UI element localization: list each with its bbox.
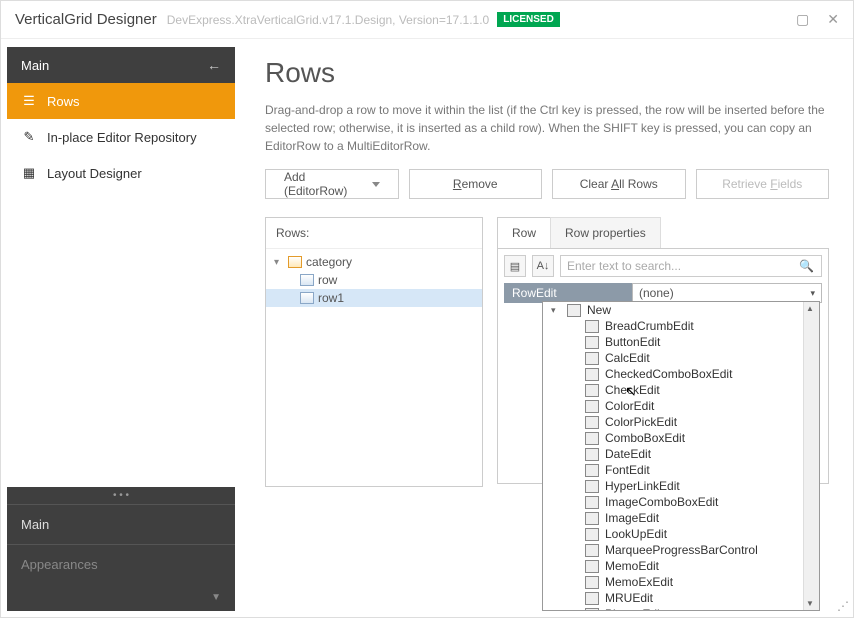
rows-icon: ☰ — [21, 93, 37, 109]
property-rowedit[interactable]: RowEdit (none) ▾ — [504, 283, 822, 303]
categorize-button[interactable]: ▤ — [504, 255, 526, 277]
tab-row[interactable]: Row — [497, 217, 551, 248]
sidebar-item-layout-designer[interactable]: ▦ Layout Designer — [7, 155, 235, 191]
dropdown-item-memoedit[interactable]: MemoEdit — [543, 558, 803, 574]
editor-type-icon — [585, 560, 599, 573]
editor-type-icon — [585, 448, 599, 461]
editor-type-icon — [585, 432, 599, 445]
rows-tree[interactable]: ▾ category row row1 — [266, 249, 482, 311]
sidebar-item-inplace-editor[interactable]: ✎ In-place Editor Repository — [7, 119, 235, 155]
layout-icon: ▦ — [21, 165, 37, 181]
sidebar-item-rows[interactable]: ☰ Rows — [7, 83, 235, 119]
license-badge: LICENSED — [497, 12, 560, 27]
property-value-dropdown[interactable]: (none) ▾ — [632, 283, 822, 303]
editor-type-icon — [585, 336, 599, 349]
editor-icon: ✎ — [21, 129, 37, 145]
back-arrow-icon[interactable]: ← — [207, 57, 221, 73]
dropdown-item-fontedit[interactable]: FontEdit — [543, 462, 803, 478]
editor-type-icon — [585, 592, 599, 605]
app-subtitle: DevExpress.XtraVerticalGrid.v17.1.Design… — [167, 13, 490, 27]
page-description: Drag-and-drop a row to move it within th… — [265, 101, 829, 155]
tree-row-row1[interactable]: row1 — [266, 289, 482, 307]
chevron-down-icon[interactable]: ▾ — [810, 288, 815, 299]
dropdown-item-checkedit[interactable]: CheckEdit — [543, 382, 803, 398]
dropdown-group-new[interactable]: ▾New — [543, 302, 803, 318]
editor-type-icon — [585, 496, 599, 509]
dropdown-item-imagecomboboxedit[interactable]: ImageComboBoxEdit — [543, 494, 803, 510]
titlebar: VerticalGrid Designer DevExpress.XtraVer… — [1, 1, 853, 39]
resize-grip-icon[interactable]: ⋰ — [837, 599, 849, 613]
remove-button[interactable]: Remove — [409, 169, 543, 199]
clear-all-button[interactable]: Clear All Rows — [552, 169, 686, 199]
dropdown-item-buttonedit[interactable]: ButtonEdit — [543, 334, 803, 350]
tree-row-category[interactable]: ▾ category — [266, 253, 482, 271]
row-icon — [300, 292, 314, 304]
editor-type-icon — [585, 464, 599, 477]
editor-type-icon — [585, 512, 599, 525]
rows-title: Rows: — [266, 218, 482, 249]
dropdown-scrollbar[interactable] — [803, 302, 819, 610]
sort-button[interactable]: A↓ — [532, 255, 554, 277]
collapse-icon[interactable]: ▾ — [274, 257, 284, 268]
dropdown-item-dateedit[interactable]: DateEdit — [543, 446, 803, 462]
dropdown-item-imageedit[interactable]: ImageEdit — [543, 510, 803, 526]
editor-type-icon — [585, 400, 599, 413]
panel-grip[interactable]: • • • — [7, 487, 235, 504]
add-button[interactable]: Add (EditorRow) — [265, 169, 399, 199]
editor-type-icon — [585, 368, 599, 381]
search-icon[interactable]: 🔍 — [799, 259, 814, 273]
dropdown-item-hyperlinkedit[interactable]: HyperLinkEdit — [543, 478, 803, 494]
editor-type-icon — [585, 352, 599, 365]
row-icon — [300, 274, 314, 286]
editor-type-dropdown[interactable]: ▾NewBreadCrumbEditButtonEditCalcEditChec… — [542, 301, 820, 611]
editor-type-icon — [585, 320, 599, 333]
dropdown-item-checkedcomboboxedit[interactable]: CheckedComboBoxEdit — [543, 366, 803, 382]
dropdown-item-breadcrumbedit[interactable]: BreadCrumbEdit — [543, 318, 803, 334]
dropdown-item-coloredit[interactable]: ColorEdit — [543, 398, 803, 414]
dropdown-item-colorpickedit[interactable]: ColorPickEdit — [543, 414, 803, 430]
editor-type-icon — [585, 544, 599, 557]
retrieve-fields-button[interactable]: Retrieve Fields — [696, 169, 830, 199]
dropdown-item-calcedit[interactable]: CalcEdit — [543, 350, 803, 366]
section-appearances[interactable]: Appearances — [7, 544, 235, 584]
sidebar-header: Main ← — [7, 47, 235, 83]
tree-row-row[interactable]: row — [266, 271, 482, 289]
editor-type-icon — [585, 384, 599, 397]
editor-type-icon — [585, 528, 599, 541]
rows-tree-panel: Rows: ▾ category row row1 — [265, 217, 483, 487]
editor-type-icon — [585, 576, 599, 589]
dropdown-item-marqueeprogressbarcontrol[interactable]: MarqueeProgressBarControl — [543, 542, 803, 558]
search-input[interactable] — [560, 255, 822, 277]
close-button[interactable]: ✕ — [827, 11, 839, 28]
category-icon — [288, 256, 302, 268]
new-group-icon — [567, 304, 581, 317]
page-title: Rows — [265, 57, 829, 89]
sidebar: Main ← ☰ Rows ✎ In-place Editor Reposito… — [1, 39, 241, 617]
minimize-button[interactable]: ▢ — [796, 11, 809, 28]
app-title: VerticalGrid Designer — [15, 11, 157, 28]
editor-type-icon — [585, 480, 599, 493]
property-key: RowEdit — [504, 283, 632, 303]
tab-row-properties[interactable]: Row properties — [550, 217, 661, 248]
editor-type-icon — [585, 608, 599, 611]
dropdown-item-lookupedit[interactable]: LookUpEdit — [543, 526, 803, 542]
dropdown-item-mruedit[interactable]: MRUEdit — [543, 590, 803, 606]
editor-type-icon — [585, 416, 599, 429]
section-main[interactable]: Main — [7, 504, 235, 544]
dropdown-item-comboboxedit[interactable]: ComboBoxEdit — [543, 430, 803, 446]
dropdown-item-memoexedit[interactable]: MemoExEdit — [543, 574, 803, 590]
section-expand[interactable]: ▼ — [7, 584, 235, 611]
dropdown-item-pictureedit[interactable]: PictureEdit — [543, 606, 803, 610]
